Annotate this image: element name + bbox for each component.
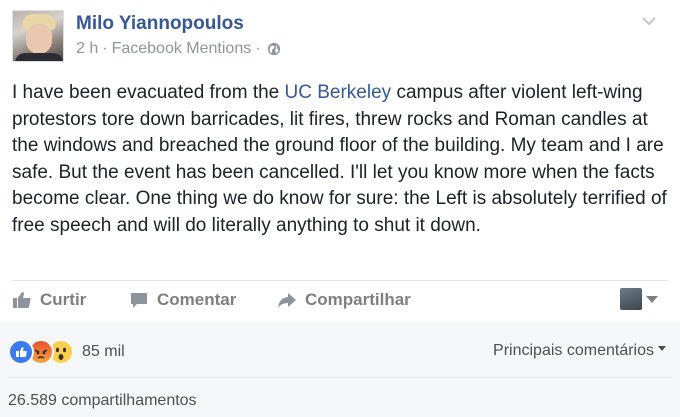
comment-sort-dropdown[interactable]: Principais comentários bbox=[493, 342, 666, 360]
post-timestamp[interactable]: 2 h bbox=[76, 40, 98, 58]
reactions-summary[interactable]: 85 mil bbox=[8, 339, 125, 365]
share-label: Compartilhar bbox=[305, 290, 411, 309]
post-body: I have been evacuated from the UC Berkel… bbox=[12, 80, 668, 240]
post-text-rest: campus after violent left-wing protestor… bbox=[12, 82, 667, 236]
shares-count-link[interactable]: 26.589 compartilhamentos bbox=[8, 392, 197, 410]
share-button[interactable]: Compartilhar bbox=[277, 282, 411, 318]
comment-button[interactable]: Comentar bbox=[129, 282, 236, 318]
post-header: Milo Yiannopoulos 2 h · Facebook Mention… bbox=[12, 10, 668, 66]
caret-down-icon bbox=[658, 345, 666, 351]
like-label: Curtir bbox=[40, 290, 87, 309]
author-avatar[interactable] bbox=[12, 10, 64, 62]
chevron-down-icon[interactable] bbox=[640, 14, 658, 28]
globe-icon[interactable] bbox=[267, 42, 281, 56]
avatar-shirt bbox=[15, 53, 63, 61]
reactions-count[interactable]: 85 mil bbox=[82, 343, 125, 361]
share-arrow-icon bbox=[278, 293, 296, 308]
avatar-face bbox=[26, 24, 52, 54]
meta-separator-2: · bbox=[255, 40, 261, 57]
footer-divider bbox=[8, 377, 672, 378]
comment-sort-label: Principais comentários bbox=[493, 342, 654, 359]
like-button[interactable]: Curtir bbox=[12, 282, 86, 318]
uc-berkeley-link[interactable]: UC Berkeley bbox=[285, 82, 392, 103]
actions-divider bbox=[12, 280, 668, 281]
like-reaction-icon bbox=[8, 339, 34, 365]
share-as-caret-icon[interactable] bbox=[646, 296, 658, 303]
comment-label: Comentar bbox=[157, 290, 237, 309]
post-meta: 2 h · Facebook Mentions · bbox=[76, 40, 281, 58]
post-source: Facebook Mentions bbox=[111, 40, 252, 57]
share-as-avatar[interactable] bbox=[620, 288, 642, 310]
author-name-link[interactable]: Milo Yiannopoulos bbox=[76, 13, 244, 35]
post-text-start: I have been evacuated from the bbox=[12, 82, 285, 103]
thumbs-up-icon bbox=[13, 292, 31, 308]
meta-separator: · bbox=[102, 40, 108, 57]
post-actions-bar: Curtir Comentar Compartilhar bbox=[12, 282, 668, 318]
speech-bubble-icon bbox=[131, 293, 147, 308]
